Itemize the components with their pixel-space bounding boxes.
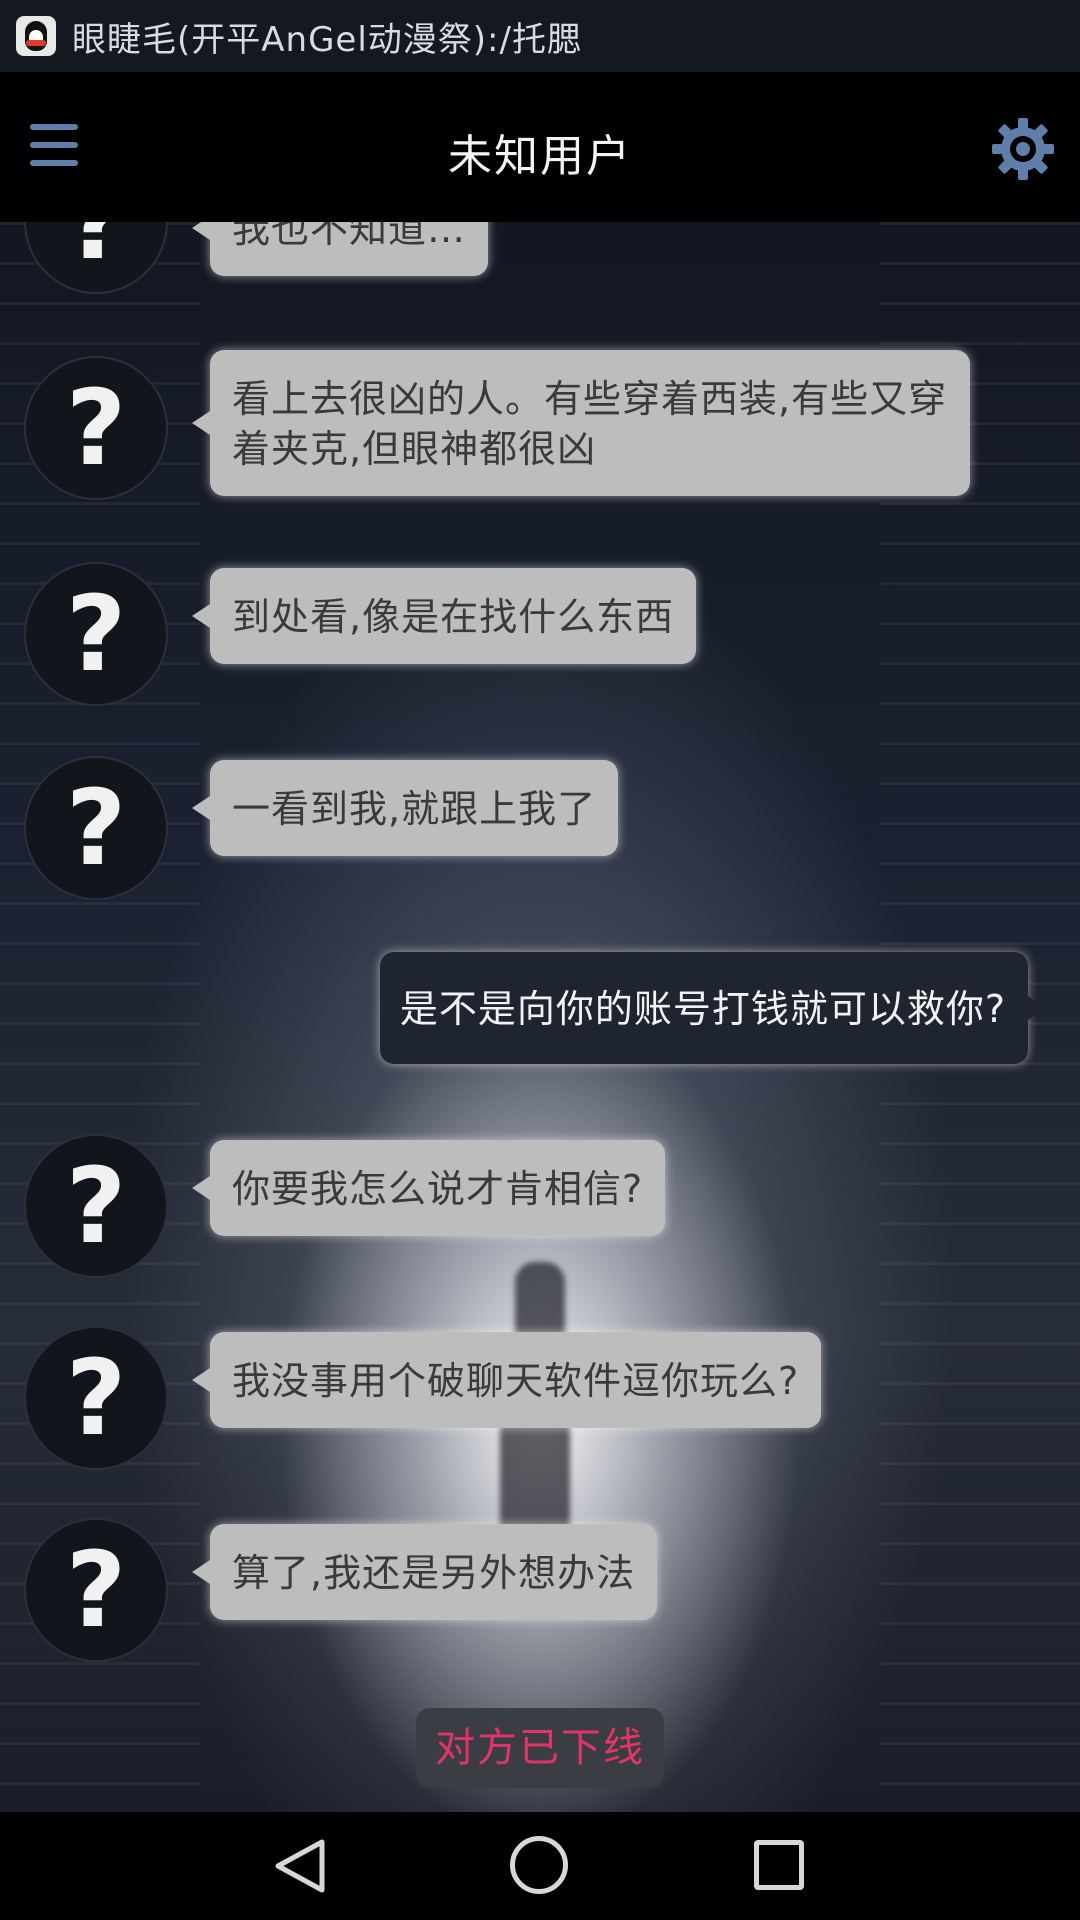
qq-penguin-icon	[16, 16, 56, 56]
message-row: ? 算了,我还是另外想办法	[0, 1518, 1080, 1668]
incoming-message-bubble: 我没事用个破聊天软件逗你玩么?	[191, 1332, 822, 1428]
avatar[interactable]: ?	[24, 1518, 168, 1662]
gear-icon[interactable]	[990, 116, 1056, 182]
app-header: 未知用户	[0, 72, 1080, 222]
page-title: 未知用户	[448, 131, 632, 182]
incoming-message-bubble: 我也不知道…	[191, 222, 489, 276]
avatar[interactable]: ?	[24, 1134, 168, 1278]
chat-area[interactable]: ? 我也不知道… ? 看上去很凶的人。有些穿着西装,有些又穿着夹克,但眼神都很凶…	[0, 222, 1080, 1812]
message-row: 是不是向你的账号打钱就可以救你?	[0, 952, 1080, 1082]
incoming-message-bubble: 一看到我,就跟上我了	[191, 760, 619, 856]
message-row: ? 到处看,像是在找什么东西	[0, 562, 1080, 712]
status-bar: 眼睫毛(开平AnGel动漫祭):/托腮	[0, 0, 1080, 72]
message-row: ? 一看到我,就跟上我了	[0, 756, 1080, 906]
avatar[interactable]: ?	[24, 756, 168, 900]
incoming-message-bubble: 你要我怎么说才肯相信?	[191, 1140, 666, 1236]
home-circle-icon[interactable]	[510, 1836, 568, 1894]
message-row: ? 看上去很凶的人。有些穿着西装,有些又穿着夹克,但眼神都很凶	[0, 350, 1080, 516]
message-row: ? 你要我怎么说才肯相信?	[0, 1134, 1080, 1284]
outgoing-message-bubble: 是不是向你的账号打钱就可以救你?	[379, 952, 1047, 1064]
message-row: ? 我没事用个破聊天软件逗你玩么?	[0, 1326, 1080, 1476]
avatar[interactable]: ?	[24, 356, 168, 500]
recent-apps-square-icon[interactable]	[754, 1840, 804, 1890]
offline-status-badge: 对方已下线	[416, 1708, 664, 1788]
incoming-message-bubble: 看上去很凶的人。有些穿着西装,有些又穿着夹克,但眼神都很凶	[192, 350, 970, 496]
incoming-message-bubble: 到处看,像是在找什么东西	[191, 568, 697, 664]
back-triangle-icon[interactable]	[272, 1838, 328, 1894]
notification-text: 眼睫毛(开平AnGel动漫祭):/托腮	[72, 19, 582, 60]
system-nav-bar	[0, 1812, 1080, 1920]
avatar[interactable]: ?	[24, 222, 168, 294]
avatar[interactable]: ?	[24, 562, 168, 706]
incoming-message-bubble: 算了,我还是另外想办法	[191, 1524, 658, 1620]
message-row: ? 我也不知道…	[0, 222, 1080, 330]
avatar[interactable]: ?	[24, 1326, 168, 1470]
